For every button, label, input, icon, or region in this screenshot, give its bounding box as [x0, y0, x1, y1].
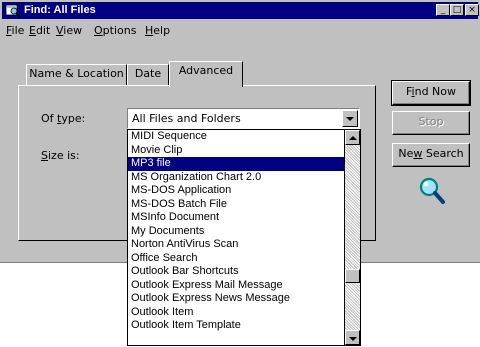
maximize-button[interactable]: □: [450, 4, 464, 16]
list-item[interactable]: Movie Clip: [128, 144, 344, 158]
tab-date[interactable]: Date: [127, 64, 169, 86]
close-button[interactable]: ×: [465, 4, 479, 16]
list-item[interactable]: MS Organization Chart 2.0: [128, 171, 344, 185]
scroll-up-button[interactable]: [345, 130, 360, 145]
find-window-icon: [5, 4, 21, 18]
list-item[interactable]: MS-DOS Application: [128, 184, 344, 198]
stop-button[interactable]: Stop: [392, 111, 470, 135]
list-item[interactable]: MIDI Sequence: [128, 130, 344, 144]
size-is-label: Size is:: [41, 149, 80, 162]
list-item[interactable]: Norton AntiVirus Scan: [128, 238, 344, 252]
magnifier-icon: [419, 177, 445, 204]
list-item[interactable]: Outlook Express Mail Message: [128, 279, 344, 293]
list-item[interactable]: MP3 file: [128, 157, 344, 171]
list-item[interactable]: MSInfo Document: [128, 211, 344, 225]
dropdown-button[interactable]: [342, 110, 358, 127]
menu-help[interactable]: Help: [145, 24, 170, 37]
maximize-icon: □: [452, 5, 462, 15]
list-item[interactable]: Office Search: [128, 252, 344, 266]
list-item[interactable]: Outlook Item: [128, 306, 344, 320]
of-type-value: All Files and Folders: [132, 112, 241, 125]
list-item[interactable]: My Documents: [128, 225, 344, 239]
title-bar[interactable]: Find: All Files _ □ ×: [2, 2, 479, 19]
minimize-button[interactable]: _: [436, 4, 450, 16]
tab-advanced[interactable]: Advanced: [169, 61, 243, 87]
list-scrollbar[interactable]: [345, 129, 361, 346]
list-item[interactable]: MS-DOS Batch File: [128, 198, 344, 212]
menu-bar: File Edit View Options Help: [0, 21, 480, 39]
scroll-thumb[interactable]: [345, 269, 360, 283]
menu-file[interactable]: File: [6, 24, 24, 37]
list-item[interactable]: Outlook Bar Shortcuts: [128, 265, 344, 279]
list-item[interactable]: Outlook Item Template: [128, 319, 344, 333]
new-search-button[interactable]: New Search: [392, 143, 470, 167]
close-icon: ×: [468, 5, 476, 15]
tab-name-location[interactable]: Name & Location: [26, 64, 127, 86]
of-type-label: Of type:: [41, 112, 86, 125]
scroll-up-icon: [349, 136, 357, 140]
list-item[interactable]: Outlook Express News Message: [128, 292, 344, 306]
find-now-button[interactable]: Find Now: [391, 80, 471, 106]
chevron-down-icon: [346, 117, 354, 121]
window-title: Find: All Files: [24, 4, 96, 16]
scroll-down-button[interactable]: [345, 330, 360, 345]
menu-view[interactable]: View: [56, 24, 82, 37]
menu-edit[interactable]: Edit: [29, 24, 50, 37]
scroll-down-icon: [349, 337, 357, 341]
minimize-icon: _: [440, 5, 446, 15]
menu-options[interactable]: Options: [94, 24, 136, 37]
file-type-list[interactable]: MIDI Sequence Movie Clip MP3 file MS Organi…: [127, 129, 345, 346]
of-type-dropdown[interactable]: All Files and Folders: [127, 108, 360, 129]
